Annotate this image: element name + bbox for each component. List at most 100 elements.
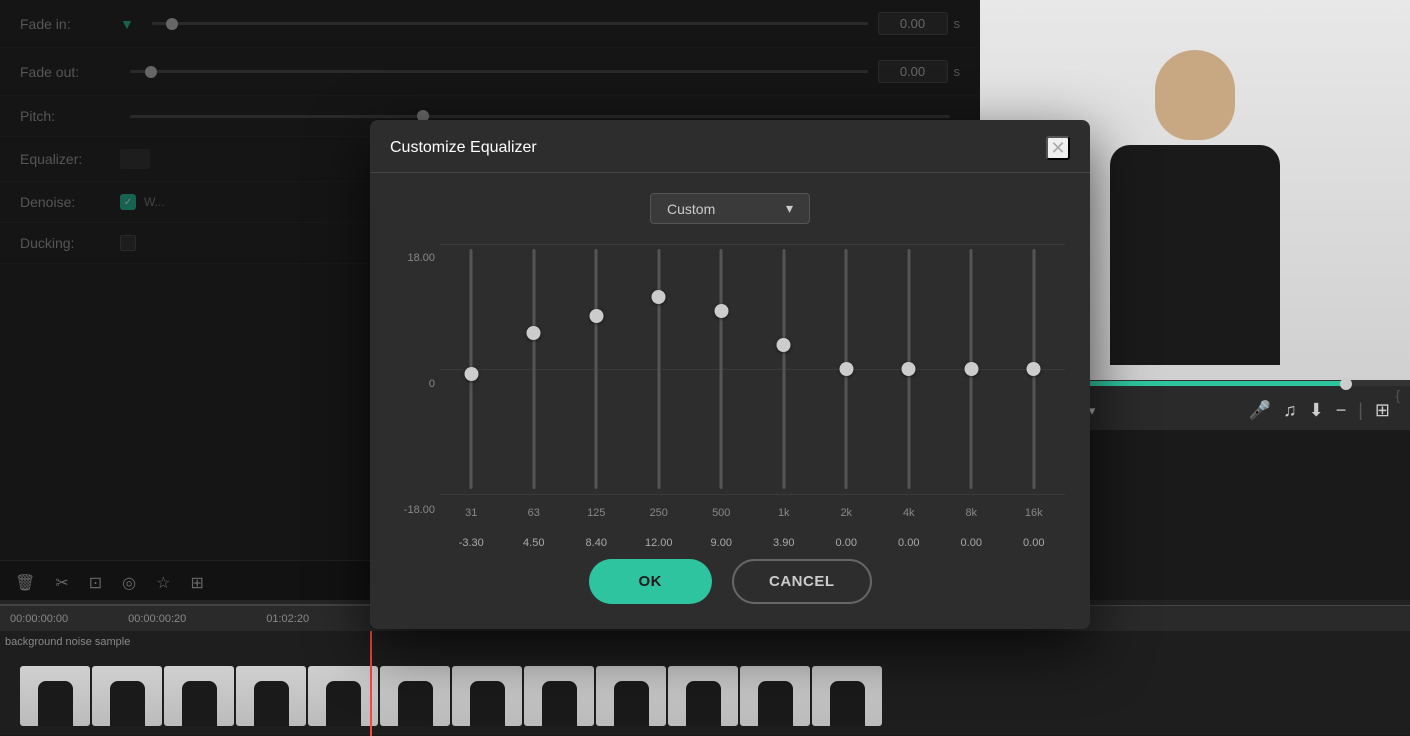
thumb-person-3 [164,666,234,726]
band-thumb-125[interactable] [589,309,603,323]
value-label-2k: 0.00 [815,537,878,549]
thumb-9 [596,666,666,726]
ok-button[interactable]: OK [589,559,713,604]
band-track-500[interactable] [720,249,723,489]
close-button[interactable]: ✕ [1046,136,1070,160]
band-thumb-1k[interactable] [777,338,791,352]
eq-dialog: Customize Equalizer ✕ Custom ▾ 18.00 0 -… [370,120,1090,629]
eq-band-8k [940,244,1003,494]
band-track-4k[interactable] [907,249,910,489]
freq-labels: 31631252505001k2k4k8k16k [440,507,1065,519]
eq-band-31 [440,244,503,494]
thumb-5 [308,666,378,726]
freq-label-4k: 4k [878,507,941,519]
band-thumb-16k[interactable] [1027,362,1041,376]
eq-band-63 [503,244,566,494]
freq-label-31: 31 [440,507,503,519]
dialog-title: Customize Equalizer [390,139,537,157]
grid-bottom [440,494,1065,495]
band-track-1k[interactable] [782,249,785,489]
freq-label-1k: 1k [753,507,816,519]
band-track-16k[interactable] [1032,249,1035,489]
thumb-10 [668,666,738,726]
timeline-thumbs [0,631,1410,736]
music-notes-icon[interactable]: ♫ [1283,400,1297,421]
freq-label-63: 63 [503,507,566,519]
band-track-2k[interactable] [845,249,848,489]
dialog-header: Customize Equalizer ✕ [370,120,1090,173]
thumb-person-4 [236,666,306,726]
value-label-125: 8.40 [565,537,628,549]
thumb-3 [164,666,234,726]
eq-band-250 [628,244,691,494]
person-head [1155,50,1235,140]
band-thumb-500[interactable] [714,304,728,318]
thumb-7 [452,666,522,726]
preset-select[interactable]: Custom ▾ [650,193,810,224]
thumb-person-7 [452,666,522,726]
thumb-person-2 [92,666,162,726]
value-labels: -3.304.508.4012.009.003.900.000.000.000.… [440,537,1065,549]
cancel-button[interactable]: CANCEL [732,559,872,604]
eq-bands [440,244,1065,494]
thumb-person-5 [308,666,378,726]
value-label-16k: 0.00 [1003,537,1066,549]
time-marker-2: 00:00:00:20 [128,613,186,625]
dialog-body: Custom ▾ 18.00 0 -18.00 3163125 [370,173,1090,544]
thumb-8 [524,666,594,726]
y-axis-labels: 18.00 0 -18.00 [395,244,440,524]
value-label-1k: 3.90 [753,537,816,549]
value-label-31: -3.30 [440,537,503,549]
band-thumb-250[interactable] [652,290,666,304]
y-label-middle: 0 [429,378,435,390]
y-label-bottom: -18.00 [404,504,435,516]
expand-icon[interactable]: ⊞ [1375,400,1390,421]
value-label-63: 4.50 [503,537,566,549]
thumb-person-10 [668,666,738,726]
band-track-31[interactable] [470,249,473,489]
time-marker-3: 01:02:20 [266,613,309,625]
freq-label-500: 500 [690,507,753,519]
eq-band-2k [815,244,878,494]
eq-area: 18.00 0 -18.00 31631252505001k2k4k8k16k … [395,244,1065,524]
band-thumb-63[interactable] [527,326,541,340]
minus-icon[interactable]: − [1336,400,1347,421]
person-silhouette [1095,30,1295,380]
band-track-250[interactable] [657,249,660,489]
value-label-500: 9.00 [690,537,753,549]
y-label-top: 18.00 [407,252,435,264]
band-thumb-2k[interactable] [839,362,853,376]
value-label-4k: 0.00 [878,537,941,549]
noise-label: background noise sample [5,636,130,648]
eq-band-16k [1003,244,1066,494]
eq-band-125 [565,244,628,494]
freq-label-125: 125 [565,507,628,519]
thumb-person-8 [524,666,594,726]
band-track-125[interactable] [595,249,598,489]
band-thumb-31[interactable] [464,367,478,381]
thumb-person-6 [380,666,450,726]
eq-band-4k [878,244,941,494]
freq-label-250: 250 [628,507,691,519]
eq-band-500 [690,244,753,494]
progress-thumb[interactable] [1340,378,1352,390]
dialog-footer: OK CANCEL [370,544,1090,609]
band-track-8k[interactable] [970,249,973,489]
thumb-1 [20,666,90,726]
freq-label-2k: 2k [815,507,878,519]
freq-label-8k: 8k [940,507,1003,519]
thumb-11 [740,666,810,726]
time-marker-1: 00:00:00:00 [10,613,68,625]
band-thumb-8k[interactable] [964,362,978,376]
eq-band-1k [753,244,816,494]
preset-row: Custom ▾ [395,193,1065,224]
import-icon[interactable]: ⬇ [1309,400,1324,421]
freq-label-16k: 16k [1003,507,1066,519]
mic-icon[interactable]: 🎤 [1249,400,1271,421]
bracket-icon: { [1395,387,1400,403]
band-track-63[interactable] [532,249,535,489]
thumb-12 [812,666,882,726]
band-thumb-4k[interactable] [902,362,916,376]
thumb-person-1 [20,666,90,726]
thumb-2 [92,666,162,726]
